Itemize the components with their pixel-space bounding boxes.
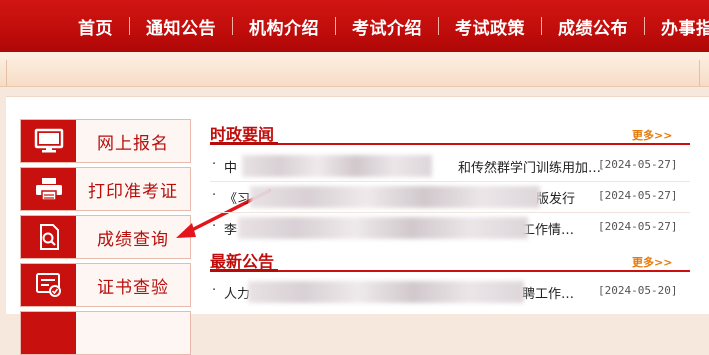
news-date: [2024-05-27] xyxy=(598,189,678,202)
news-title-start: 人力 xyxy=(224,287,251,302)
news-date: [2024-05-27] xyxy=(598,158,678,171)
news-title-end: 工作情… xyxy=(522,223,575,238)
sidebar-icon-partial xyxy=(21,312,76,354)
section-underline-accent xyxy=(210,142,278,145)
top-nav: 首页 通知公告 机构介绍 考试介绍 考试政策 成绩公布 办事指南 xyxy=(0,0,709,52)
band-divider xyxy=(699,60,700,86)
band-divider xyxy=(6,60,7,86)
redacted-text xyxy=(242,155,432,177)
redacted-text xyxy=(250,186,540,208)
row-divider xyxy=(210,181,690,182)
news-title-end: 聘工作… xyxy=(522,287,575,302)
news-title-end: 和传然群学门训练用加… xyxy=(458,161,602,176)
row-divider xyxy=(210,212,690,213)
nav-item-exam-policy[interactable]: 考试政策 xyxy=(439,14,541,39)
news-title-start: 李 xyxy=(224,223,238,238)
header-band xyxy=(0,52,709,87)
nav-item-exam-intro[interactable]: 考试介绍 xyxy=(336,14,438,39)
section-underline xyxy=(210,270,690,272)
redacted-text xyxy=(248,281,524,303)
nav-item-about[interactable]: 机构介绍 xyxy=(233,14,335,39)
news-title-start: 中 xyxy=(224,161,238,176)
nav-item-home[interactable]: 首页 xyxy=(62,14,129,39)
bullet: · xyxy=(212,157,217,172)
main-panel: 网上报名 打印准考证 成绩查询 证书查验 时政要闻 更多>> · 中 和传然群学… xyxy=(6,96,709,355)
more-link-politics[interactable]: 更多>> xyxy=(632,127,672,143)
bullet: · xyxy=(212,283,217,298)
nav-item-results[interactable]: 成绩公布 xyxy=(542,14,644,39)
news-title-end: 版发行 xyxy=(536,192,576,207)
news-date: [2024-05-20] xyxy=(598,284,678,297)
news-title-start: 《习 xyxy=(224,192,251,207)
bullet: · xyxy=(212,219,217,234)
redacted-text xyxy=(238,217,528,239)
nav-item-notices[interactable]: 通知公告 xyxy=(130,14,232,39)
more-link-notices[interactable]: 更多>> xyxy=(632,254,672,270)
section-underline-accent xyxy=(210,269,278,272)
section-underline xyxy=(210,143,690,145)
nav-item-guide[interactable]: 办事指南 xyxy=(645,14,709,39)
sidebar-next-item[interactable] xyxy=(20,311,191,355)
bullet: · xyxy=(212,188,217,203)
news-date: [2024-05-27] xyxy=(598,220,678,233)
